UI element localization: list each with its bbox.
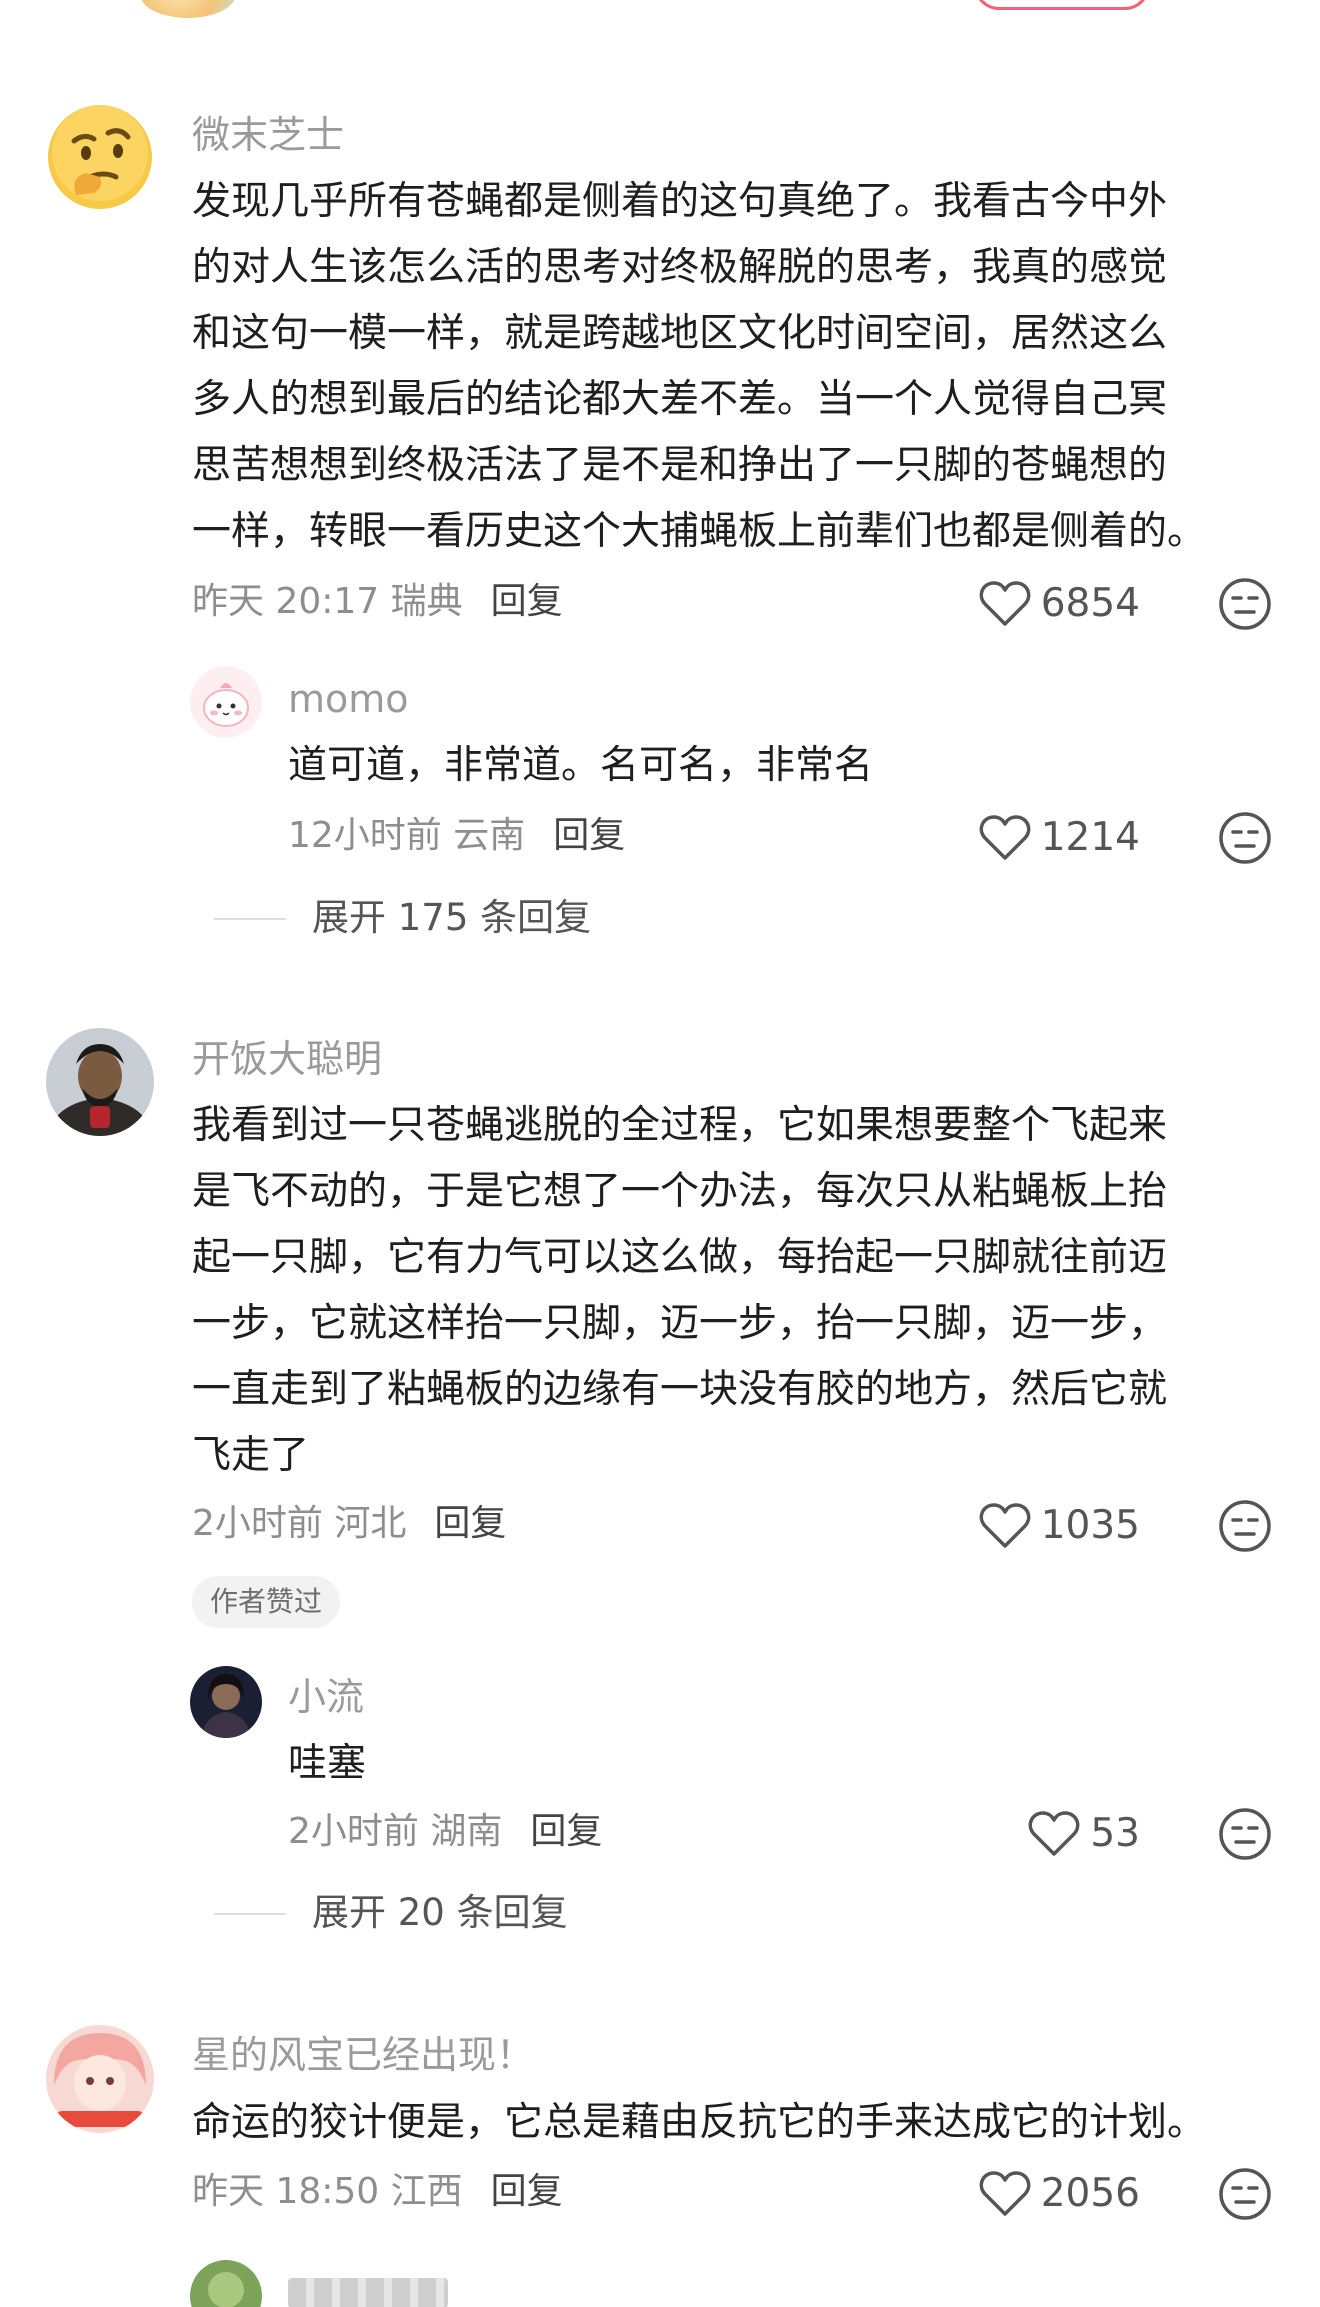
like-count: 1214 bbox=[1040, 815, 1140, 860]
avatar-momo[interactable] bbox=[190, 666, 262, 738]
author-liked-badge: 作者赞过 bbox=[192, 1576, 341, 1628]
like-button[interactable]: 6854 bbox=[979, 580, 1140, 628]
previous-comment-fragment bbox=[0, 0, 1320, 30]
timestamp-location: 2小时前 湖南 bbox=[288, 1811, 503, 1852]
comment-text-line: 思苦想想到终极活法了是不是和挣出了一只脚的苍蝇想的 bbox=[192, 443, 1168, 488]
replier-name[interactable]: momo bbox=[288, 674, 409, 724]
avatar-thinking-emoji[interactable] bbox=[46, 103, 154, 211]
avatar-xiaoliu[interactable] bbox=[190, 1666, 262, 1738]
avatar-anime-girl[interactable] bbox=[46, 2025, 154, 2133]
commenter-name[interactable]: 星的风宝已经出现！ bbox=[192, 2030, 534, 2080]
timestamp-location: 昨天 18:50 江西 bbox=[192, 2171, 463, 2212]
neutral-face-icon[interactable] bbox=[1218, 811, 1272, 865]
neutral-face-icon[interactable] bbox=[1218, 1807, 1272, 1861]
comment-text-line: 多人的想到最后的结论都大差不差。当一个人觉得自己冥 bbox=[192, 377, 1168, 422]
like-button[interactable]: 53 bbox=[1028, 1810, 1140, 1858]
heart-outline-icon bbox=[979, 815, 1031, 860]
comment-meta: 昨天 18:50 江西 回复 bbox=[192, 2168, 563, 2216]
comment-text-line: 一步，它就这样抬一只脚，迈一步，抬一只脚，迈一步， bbox=[192, 1301, 1168, 1346]
comment-text-line: 起一只脚，它有力气可以这么做，每抬起一只脚就往前迈 bbox=[192, 1235, 1168, 1280]
replier-name[interactable]: 小流 bbox=[288, 1672, 364, 1722]
expand-replies-button[interactable]: 展开 20 条回复 bbox=[312, 1889, 568, 1937]
avatar[interactable] bbox=[190, 2260, 262, 2307]
neutral-face-icon[interactable] bbox=[1218, 1499, 1272, 1553]
expand-divider bbox=[214, 1913, 286, 1915]
expand-replies-button[interactable]: 展开 175 条回复 bbox=[312, 894, 591, 942]
reply-meta: 12小时前 云南 回复 bbox=[288, 812, 625, 860]
comment-meta: 昨天 20:17 瑞典 回复 bbox=[192, 578, 563, 626]
commenter-name[interactable]: 微末芝士 bbox=[192, 110, 344, 160]
like-button[interactable]: 1214 bbox=[979, 814, 1140, 862]
like-button[interactable]: 1035 bbox=[979, 1502, 1140, 1550]
comment-text-line: 是飞不动的，于是它想了一个办法，每次只从粘蝇板上抬 bbox=[192, 1169, 1168, 1214]
reply-button[interactable]: 回复 bbox=[491, 581, 563, 622]
neutral-face-icon[interactable] bbox=[1218, 577, 1272, 631]
neutral-face-icon[interactable] bbox=[1218, 2167, 1272, 2221]
reply-button[interactable]: 回复 bbox=[491, 2171, 563, 2212]
reply-meta: 2小时前 湖南 回复 bbox=[288, 1808, 602, 1856]
like-count: 53 bbox=[1090, 1811, 1140, 1856]
like-button[interactable]: 2056 bbox=[979, 2170, 1140, 2218]
avatar[interactable] bbox=[140, 0, 236, 18]
obscured-name bbox=[288, 2278, 448, 2307]
comment-meta: 2小时前 河北 回复 bbox=[192, 1500, 506, 1548]
heart-outline-icon bbox=[979, 2171, 1031, 2216]
comment-text-line: 命运的狡计便是，它总是藉由反抗它的手来达成它的计划。 bbox=[192, 2100, 1207, 2145]
like-count: 6854 bbox=[1040, 581, 1140, 626]
comment-text-line: 飞走了 bbox=[192, 1433, 310, 1478]
follow-button[interactable] bbox=[974, 0, 1150, 10]
reply-text: 道可道，非常道。名可名，非常名 bbox=[288, 743, 874, 788]
comment-text-line: 和这句一模一样，就是跨越地区文化时间空间，居然这么 bbox=[192, 311, 1168, 356]
heart-outline-icon bbox=[979, 581, 1031, 626]
reply-button[interactable]: 回复 bbox=[434, 1503, 506, 1544]
like-count: 2056 bbox=[1040, 2171, 1140, 2216]
heart-outline-icon bbox=[1029, 1811, 1080, 1856]
heart-outline-icon bbox=[979, 1503, 1031, 1548]
reply-text: 哇塞 bbox=[288, 1741, 367, 1786]
timestamp-location: 昨天 20:17 瑞典 bbox=[192, 581, 463, 622]
timestamp-location: 12小时前 云南 bbox=[288, 815, 526, 856]
timestamp-location: 2小时前 河北 bbox=[192, 1503, 407, 1544]
comment-text-line: 我看到过一只苍蝇逃脱的全过程，它如果想要整个飞起来 bbox=[192, 1103, 1168, 1148]
commenter-name[interactable]: 开饭大聪明 bbox=[192, 1034, 382, 1084]
comment-text-line: 一直走到了粘蝇板的边缘有一块没有胶的地方，然后它就 bbox=[192, 1367, 1168, 1412]
avatar-warrior[interactable] bbox=[46, 1028, 154, 1136]
comment-text-line: 发现几乎所有苍蝇都是侧着的这句真绝了。我看古今中外 bbox=[192, 179, 1168, 224]
comment-text-line: 的对人生该怎么活的思考对终极解脱的思考，我真的感觉 bbox=[192, 245, 1168, 290]
reply-button[interactable]: 回复 bbox=[530, 1811, 602, 1852]
expand-divider bbox=[214, 918, 286, 920]
comment-text-line: 一样，转眼一看历史这个大捕蝇板上前辈们也都是侧着的。 bbox=[192, 509, 1207, 554]
like-count: 1035 bbox=[1040, 1503, 1140, 1548]
reply-button[interactable]: 回复 bbox=[553, 815, 625, 856]
